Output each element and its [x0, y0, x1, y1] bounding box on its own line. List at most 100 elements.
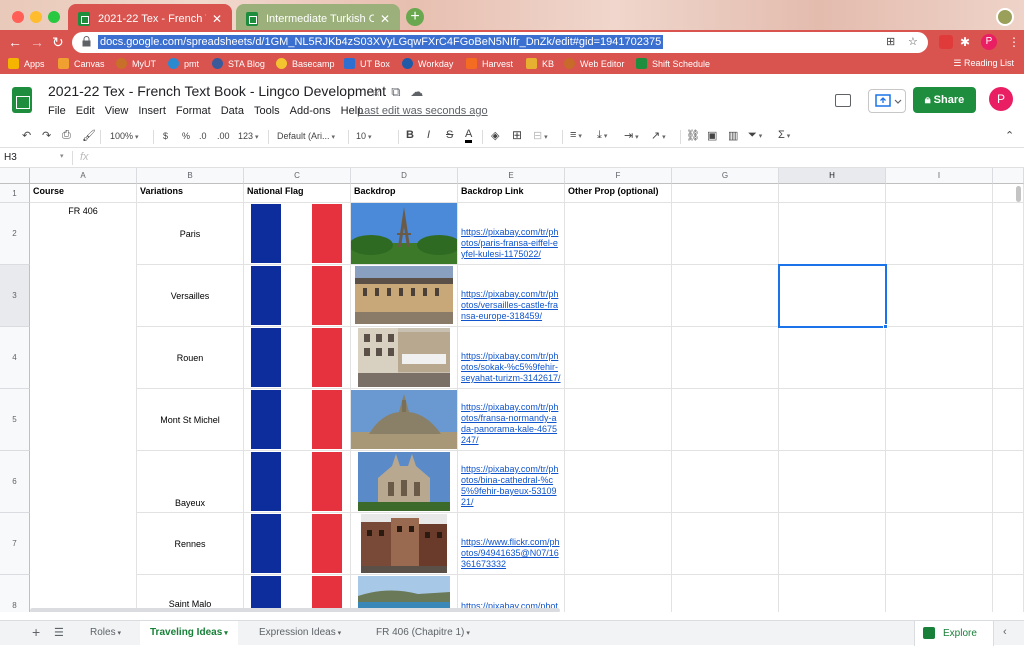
variation-cell[interactable]: Paris [137, 203, 244, 265]
backdrop-link[interactable]: https://pixabay.com/tr/photos/versailles… [458, 265, 565, 327]
cell[interactable] [565, 203, 672, 265]
backdrop-cell[interactable] [351, 513, 458, 575]
bookmark-kb[interactable]: KB [526, 58, 554, 69]
cell[interactable] [886, 513, 993, 575]
print-icon[interactable]: ⎙ [62, 129, 71, 142]
flag-cell[interactable] [244, 203, 351, 265]
move-icon[interactable]: ⧉ [391, 84, 400, 99]
row-header-1[interactable]: 1 [0, 184, 30, 203]
extension-icon[interactable] [939, 35, 953, 49]
flag-cell[interactable] [244, 389, 351, 451]
cell[interactable] [672, 265, 779, 327]
borders-icon[interactable]: ⊞ [512, 128, 522, 142]
cell[interactable] [672, 184, 779, 203]
cell[interactable] [886, 265, 993, 327]
backdrop-link[interactable]: https://www.flickr.com/photos/94941635@N… [458, 513, 565, 575]
cell[interactable] [886, 451, 993, 513]
cell[interactable] [993, 513, 1024, 575]
variation-cell[interactable]: Saint Malo [137, 575, 244, 612]
backdrop-cell[interactable] [351, 327, 458, 389]
insert-chart-icon[interactable]: ▥ [728, 129, 738, 142]
header-other-prop[interactable]: Other Prop (optional) [565, 184, 672, 203]
bold-button[interactable]: B [406, 129, 414, 141]
cell[interactable] [672, 203, 779, 265]
profile-avatar[interactable]: P [981, 34, 997, 50]
course-cell[interactable]: FR 406 [30, 203, 137, 612]
flag-cell[interactable] [244, 451, 351, 513]
cell[interactable] [779, 389, 886, 451]
collapse-toolbar-icon[interactable]: ⌃ [1005, 129, 1014, 142]
name-box[interactable]: H3 [4, 152, 17, 163]
cell[interactable] [886, 203, 993, 265]
cell[interactable] [993, 327, 1024, 389]
explore-button[interactable]: Explore [914, 621, 994, 646]
undo-icon[interactable]: ↶ [22, 129, 31, 142]
bookmark-shift-schedule[interactable]: Shift Schedule [636, 58, 710, 69]
backdrop-link[interactable]: https://pixabay.com/phot [458, 575, 565, 612]
present-button[interactable] [868, 89, 906, 113]
variation-cell[interactable]: Rouen [137, 327, 244, 389]
paint-format-icon[interactable]: 🖌︎ [82, 129, 96, 142]
cell[interactable] [779, 575, 886, 612]
percent-format-button[interactable]: % [182, 131, 190, 141]
document-title[interactable]: 2021-22 Tex - French Text Book - Lingco … [48, 83, 386, 99]
currency-format-button[interactable]: $ [163, 131, 168, 141]
row-header-3[interactable]: 3 [0, 265, 30, 327]
increase-decimal-button[interactable]: .00 [217, 131, 230, 141]
backdrop-cell[interactable] [351, 575, 458, 612]
cell[interactable] [993, 203, 1024, 265]
cell[interactable] [672, 327, 779, 389]
bookmark-web-editor[interactable]: Web Editor [564, 58, 624, 69]
bookmark-harvest[interactable]: Harvest [466, 58, 513, 69]
flag-cell[interactable] [244, 513, 351, 575]
cell[interactable] [565, 575, 672, 612]
cell[interactable] [672, 513, 779, 575]
functions-button[interactable]: Σ [778, 129, 790, 141]
cell[interactable] [565, 451, 672, 513]
row-header-2[interactable]: 2 [0, 203, 30, 265]
menu-insert[interactable]: Insert [138, 105, 166, 117]
column-header-j[interactable] [993, 168, 1024, 184]
menu-view[interactable]: View [105, 105, 129, 117]
text-color-button[interactable]: A [465, 128, 473, 143]
strikethrough-button[interactable]: S [446, 129, 453, 141]
text-wrap-icon[interactable]: ⇥ [624, 129, 639, 142]
fill-color-icon[interactable]: ◈ [491, 129, 499, 142]
backdrop-cell[interactable] [351, 203, 458, 265]
share-button[interactable]: 🔒︎ Share [913, 87, 976, 113]
column-header-g[interactable]: G [672, 168, 779, 184]
cell[interactable] [886, 327, 993, 389]
address-bar[interactable]: docs.google.com/spreadsheets/d/1GM_NL5RJ… [72, 32, 928, 53]
backdrop-link[interactable]: https://pixabay.com/tr/photos/fransa-nor… [458, 389, 565, 451]
cell[interactable] [565, 389, 672, 451]
window-minimize-button[interactable] [30, 11, 42, 23]
column-header-c[interactable]: C [244, 168, 351, 184]
comment-history-icon[interactable] [835, 94, 851, 107]
column-header-h[interactable]: H [779, 168, 886, 184]
add-sheet-icon[interactable]: + [32, 624, 40, 640]
backdrop-link[interactable]: https://pixabay.com/tr/photos/paris-fran… [458, 203, 565, 265]
row-header-6[interactable]: 6 [0, 451, 30, 513]
cloud-status-icon[interactable]: ☁ [410, 84, 423, 99]
tab-close-icon[interactable]: ✕ [380, 12, 390, 26]
column-header-d[interactable]: D [351, 168, 458, 184]
cell[interactable] [886, 184, 993, 203]
cell[interactable] [565, 327, 672, 389]
backdrop-cell[interactable] [351, 265, 458, 327]
url-text[interactable]: docs.google.com/spreadsheets/d/1GM_NL5RJ… [98, 35, 664, 49]
user-avatar[interactable]: P [989, 87, 1013, 111]
filter-icon[interactable]: ⏷ [748, 129, 762, 142]
sheet-tab-traveling-ideas[interactable]: Traveling Ideas [140, 621, 238, 645]
profile-icon[interactable] [996, 8, 1014, 26]
header-course[interactable]: Course [30, 184, 137, 203]
row-header-7[interactable]: 7 [0, 513, 30, 575]
flag-cell[interactable] [244, 265, 351, 327]
sheet-tab-fr406[interactable]: FR 406 (Chapitre 1) [376, 627, 470, 638]
row-header-4[interactable]: 4 [0, 327, 30, 389]
column-header-a[interactable]: A [30, 168, 137, 184]
last-edit-link[interactable]: Last edit was seconds ago [358, 105, 488, 117]
back-icon[interactable]: ← [8, 34, 22, 50]
window-maximize-button[interactable] [48, 11, 60, 23]
variation-cell[interactable]: Mont St Michel [137, 389, 244, 451]
reading-list[interactable]: ☰ Reading List [953, 58, 1014, 69]
